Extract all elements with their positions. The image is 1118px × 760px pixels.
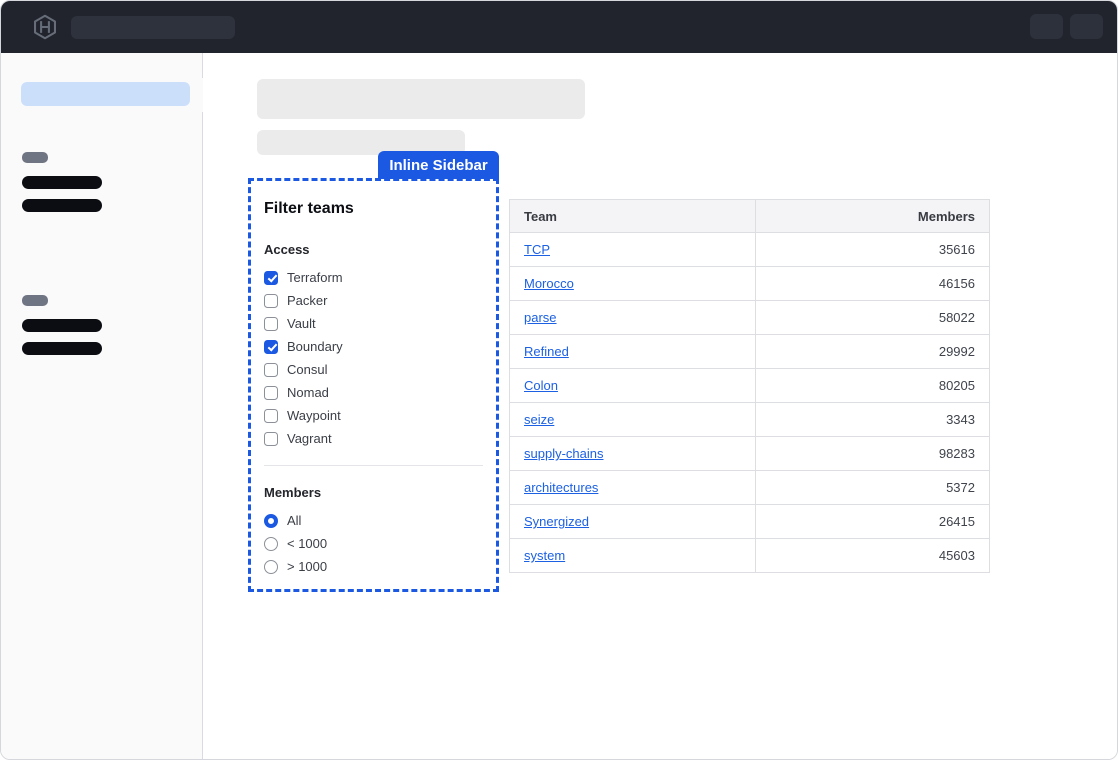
teams-table: Team Members TCP 35616 Morocco 46156 par… [509,199,990,573]
checkbox-label: Waypoint [287,408,341,423]
checkbox-row-boundary[interactable]: Boundary [264,335,483,358]
top-navigation-bar [1,1,1117,53]
radio-row-gt1000[interactable]: > 1000 [264,555,483,578]
hashicorp-logo-icon [32,14,58,40]
members-count: 35616 [755,233,990,267]
access-group-label: Access [264,242,483,257]
team-link[interactable]: Morocco [524,276,574,291]
checkbox-label: Vagrant [287,431,332,446]
sidebar-link-skeleton[interactable] [22,199,102,212]
checkbox-row-packer[interactable]: Packer [264,289,483,312]
team-link[interactable]: architectures [524,480,598,495]
members-count: 26415 [755,505,990,539]
team-link[interactable]: Colon [524,378,558,393]
table-row: parse 58022 [510,301,990,335]
team-link[interactable]: supply-chains [524,446,604,461]
checkbox-label: Nomad [287,385,329,400]
team-link[interactable]: Refined [524,344,569,359]
terraform-checkbox[interactable] [264,271,278,285]
table-row: Synergized 26415 [510,505,990,539]
table-row: supply-chains 98283 [510,437,990,471]
sidebar-skeleton-group-2 [22,295,102,365]
checkbox-row-nomad[interactable]: Nomad [264,381,483,404]
checkbox-row-consul[interactable]: Consul [264,358,483,381]
table-row: Morocco 46156 [510,267,990,301]
members-gt1000-radio[interactable] [264,560,278,574]
inline-sidebar-filter-panel: Filter teams Access Terraform Packer Vau… [248,178,499,592]
app-sidebar [1,53,203,759]
filter-panel-title: Filter teams [264,200,483,218]
checkbox-label: Consul [287,362,327,377]
sidebar-section-heading-skeleton [22,295,48,306]
sidebar-section-heading-skeleton [22,152,48,163]
members-count: 80205 [755,369,990,403]
nomad-checkbox[interactable] [264,386,278,400]
members-column-header: Members [755,200,990,233]
table-row: seize 3343 [510,403,990,437]
sidebar-link-skeleton[interactable] [22,176,102,189]
vault-checkbox[interactable] [264,317,278,331]
table-row: Refined 29992 [510,335,990,369]
waypoint-checkbox[interactable] [264,409,278,423]
topbar-action-button-2[interactable] [1070,14,1103,39]
boundary-checkbox[interactable] [264,340,278,354]
checkbox-label: Packer [287,293,327,308]
sidebar-skeleton-group-1 [22,152,102,222]
checkbox-label: Vault [287,316,316,331]
members-lt1000-radio[interactable] [264,537,278,551]
app-window: Inline Sidebar Filter teams Access Terra… [0,0,1118,760]
component-label-badge: Inline Sidebar [378,151,499,179]
table-header-row: Team Members [510,200,990,233]
table-row: system 45603 [510,539,990,573]
checkbox-label: Terraform [287,270,343,285]
members-count: 45603 [755,539,990,573]
sidebar-link-skeleton[interactable] [22,319,102,332]
team-link[interactable]: system [524,548,565,563]
members-count: 98283 [755,437,990,471]
members-count: 5372 [755,471,990,505]
members-all-radio[interactable] [264,514,278,528]
filter-divider [264,465,483,466]
members-count: 29992 [755,335,990,369]
team-link[interactable]: seize [524,412,554,427]
members-group-label: Members [264,485,483,500]
sidebar-active-item-skeleton[interactable] [21,82,190,106]
radio-label: > 1000 [287,559,327,574]
topbar-action-button-1[interactable] [1030,14,1063,39]
checkbox-row-vault[interactable]: Vault [264,312,483,335]
table-row: TCP 35616 [510,233,990,267]
members-count: 3343 [755,403,990,437]
team-link[interactable]: TCP [524,242,550,257]
radio-label: < 1000 [287,536,327,551]
team-link[interactable]: Synergized [524,514,589,529]
team-column-header: Team [510,200,756,233]
table-row: Colon 80205 [510,369,990,403]
page-title-skeleton [257,79,585,119]
table-row: architectures 5372 [510,471,990,505]
checkbox-row-terraform[interactable]: Terraform [264,266,483,289]
checkbox-row-vagrant[interactable]: Vagrant [264,427,483,450]
team-link[interactable]: parse [524,310,557,325]
radio-row-lt1000[interactable]: < 1000 [264,532,483,555]
main-content: Inline Sidebar Filter teams Access Terra… [203,53,1117,759]
radio-label: All [287,513,301,528]
checkbox-label: Boundary [287,339,343,354]
packer-checkbox[interactable] [264,294,278,308]
vagrant-checkbox[interactable] [264,432,278,446]
topbar-search-placeholder[interactable] [71,16,235,39]
sidebar-link-skeleton[interactable] [22,342,102,355]
consul-checkbox[interactable] [264,363,278,377]
checkbox-row-waypoint[interactable]: Waypoint [264,404,483,427]
radio-row-all[interactable]: All [264,509,483,532]
members-count: 58022 [755,301,990,335]
members-count: 46156 [755,267,990,301]
